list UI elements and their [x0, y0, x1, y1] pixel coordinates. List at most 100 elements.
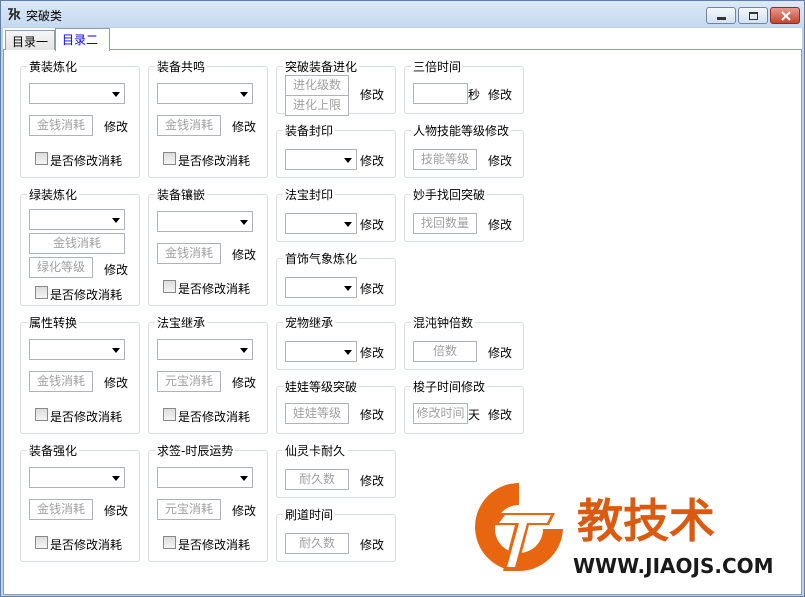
group-doll-breakthrough: 娃娃等级突破 娃娃等级 修改	[276, 378, 396, 434]
group-title: 仙灵卡耐久	[283, 442, 348, 459]
equip-resonance-cost-checkbox[interactable]	[163, 152, 176, 165]
equip-resonance-select[interactable]	[157, 83, 253, 104]
chevron-down-icon	[112, 348, 120, 353]
equip-enhance-modify-button[interactable]: 修改	[104, 502, 128, 519]
triple-time-input[interactable]	[413, 83, 468, 104]
path-time-modify-button[interactable]: 修改	[360, 536, 384, 553]
group-attribute-convert: 属性转换 金钱消耗 修改 是否修改消耗	[20, 314, 140, 434]
treasure-seal-select[interactable]	[285, 213, 357, 234]
treasure-inherit-select[interactable]	[157, 339, 253, 360]
maximize-button[interactable]	[738, 7, 768, 24]
close-button[interactable]	[770, 7, 800, 24]
yellow-refine-cost-input[interactable]: 金钱消耗	[29, 115, 93, 136]
recover-modify-button[interactable]: 修改	[488, 216, 512, 233]
group-equip-seal: 装备封印 修改	[276, 122, 396, 178]
group-title: 人物技能等级修改	[411, 122, 512, 139]
treasure-inherit-cost-checkbox[interactable]	[163, 408, 176, 421]
checkbox-label: 是否修改消耗	[50, 538, 123, 552]
yellow-refine-cost-checkbox[interactable]	[35, 152, 48, 165]
chevron-down-icon	[112, 218, 120, 223]
skill-level-modify-button[interactable]: 修改	[488, 152, 512, 169]
spirit-card-modify-button[interactable]: 修改	[360, 472, 384, 489]
equip-inlay-cost-checkbox[interactable]	[163, 280, 176, 293]
pet-inherit-modify-button[interactable]: 修改	[360, 344, 384, 361]
spirit-card-durability-input[interactable]: 耐久数	[285, 469, 349, 490]
group-equip-enhance: 装备强化 金钱消耗 修改 是否修改消耗	[20, 442, 140, 562]
tab-directory-two[interactable]: 目录二	[55, 28, 110, 51]
chevron-down-icon	[344, 158, 352, 163]
shuttle-time-modify-button[interactable]: 修改	[488, 406, 512, 423]
green-refine-cost-input[interactable]: 金钱消耗	[29, 233, 125, 254]
green-refine-modify-button[interactable]: 修改	[104, 261, 128, 278]
evolve-level-input[interactable]: 进化级数	[285, 75, 349, 96]
chaos-bell-multiplier-input[interactable]: 倍数	[413, 341, 477, 362]
minimize-button[interactable]	[706, 7, 736, 24]
watermark-url: WWW.JIAOJS.COM	[573, 554, 774, 578]
attribute-convert-modify-button[interactable]: 修改	[104, 374, 128, 391]
green-refine-select[interactable]	[29, 209, 125, 230]
treasure-inherit-cost-input[interactable]: 元宝消耗	[157, 371, 221, 392]
app-icon	[8, 8, 21, 21]
close-icon	[781, 11, 791, 21]
group-title: 装备强化	[27, 442, 80, 459]
evolve-limit-input[interactable]: 进化上限	[285, 95, 349, 116]
checkbox-label: 是否修改消耗	[178, 282, 251, 296]
green-refine-cost-checkbox[interactable]	[35, 286, 48, 299]
equip-enhance-cost-checkbox[interactable]	[35, 536, 48, 549]
seconds-unit-label: 秒	[468, 88, 481, 102]
tab-strip: 目录一 目录二	[3, 28, 802, 51]
group-fortune-draw: 求签-时辰运势 元宝消耗 修改 是否修改消耗	[148, 442, 268, 562]
window-title: 突破类	[26, 9, 63, 23]
fortune-draw-cost-input[interactable]: 元宝消耗	[157, 499, 221, 520]
group-title: 突破装备进化	[283, 58, 360, 75]
group-title: 装备镶嵌	[155, 186, 208, 203]
group-pet-inherit: 宠物继承 修改	[276, 314, 396, 370]
recover-count-input[interactable]: 找回数量	[413, 213, 477, 234]
chevron-down-icon	[112, 476, 120, 481]
group-title: 求签-时辰运势	[155, 442, 236, 459]
skill-level-input[interactable]: 技能等级	[413, 149, 477, 170]
path-time-input[interactable]: 耐久数	[285, 533, 349, 554]
equip-inlay-select[interactable]	[157, 211, 253, 232]
equip-enhance-select[interactable]	[29, 467, 125, 488]
minimize-icon	[717, 17, 726, 20]
breakthrough-evolve-modify-button[interactable]: 修改	[360, 86, 384, 103]
group-shuttle-time: 梭子时间修改 修改时间 天 修改	[404, 378, 524, 434]
checkbox-label: 是否修改消耗	[178, 410, 251, 424]
doll-breakthrough-modify-button[interactable]: 修改	[360, 406, 384, 423]
attribute-convert-cost-checkbox[interactable]	[35, 408, 48, 421]
group-title: 宠物继承	[283, 314, 336, 331]
app-window: 突破类 目录一 目录二 黄装炼化 金钱消耗 修改 是否修改消耗 绿装炼化 金钱消…	[0, 0, 805, 597]
treasure-inherit-modify-button[interactable]: 修改	[232, 374, 256, 391]
equip-seal-modify-button[interactable]: 修改	[360, 152, 384, 169]
yellow-refine-modify-button[interactable]: 修改	[104, 118, 128, 135]
jewelry-refine-modify-button[interactable]: 修改	[360, 280, 384, 297]
equip-inlay-modify-button[interactable]: 修改	[232, 246, 256, 263]
chaos-bell-modify-button[interactable]: 修改	[488, 344, 512, 361]
shuttle-time-input[interactable]: 修改时间	[413, 403, 468, 424]
fortune-draw-cost-checkbox[interactable]	[163, 536, 176, 549]
equip-resonance-cost-input[interactable]: 金钱消耗	[157, 115, 221, 136]
attribute-convert-cost-input[interactable]: 金钱消耗	[29, 371, 93, 392]
fortune-draw-select[interactable]	[157, 467, 253, 488]
group-title: 三倍时间	[411, 58, 464, 75]
equip-resonance-modify-button[interactable]: 修改	[232, 118, 256, 135]
yellow-refine-select[interactable]	[29, 83, 125, 104]
group-triple-time: 三倍时间 秒 修改	[404, 58, 524, 114]
triple-time-modify-button[interactable]: 修改	[488, 86, 512, 103]
doll-level-input[interactable]: 娃娃等级	[285, 403, 349, 424]
pet-inherit-select[interactable]	[285, 341, 357, 362]
chevron-down-icon	[344, 222, 352, 227]
jewelry-refine-select[interactable]	[285, 277, 357, 298]
group-chaos-bell: 混沌钟倍数 倍数 修改	[404, 314, 524, 370]
green-level-input[interactable]: 绿化等级	[29, 257, 93, 278]
tab-directory-one[interactable]: 目录一	[5, 30, 55, 50]
equip-enhance-cost-input[interactable]: 金钱消耗	[29, 499, 93, 520]
fortune-draw-modify-button[interactable]: 修改	[232, 502, 256, 519]
title-bar: 突破类	[1, 1, 804, 27]
equip-inlay-cost-input[interactable]: 金钱消耗	[157, 243, 221, 264]
attribute-convert-select[interactable]	[29, 339, 125, 360]
treasure-seal-modify-button[interactable]: 修改	[360, 216, 384, 233]
maximize-icon	[749, 12, 758, 20]
equip-seal-select[interactable]	[285, 149, 357, 170]
